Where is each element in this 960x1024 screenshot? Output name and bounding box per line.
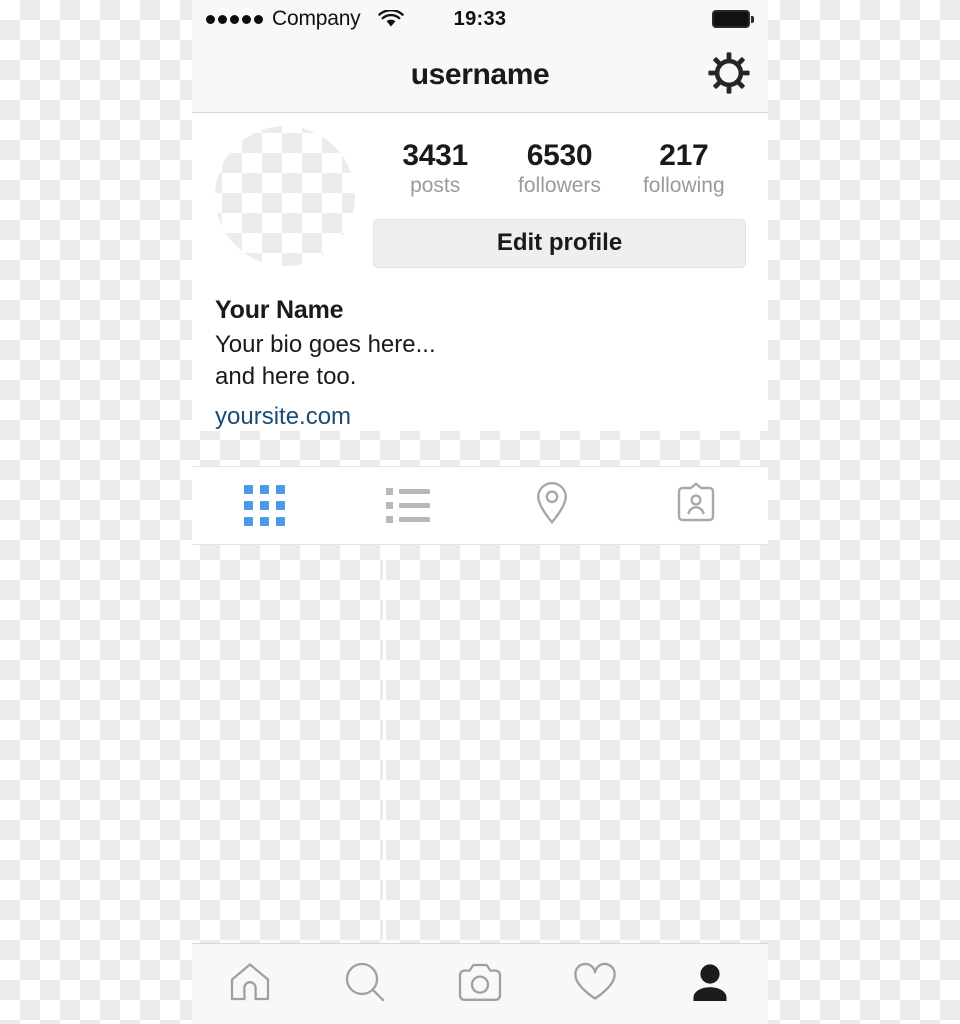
- search-icon: [343, 960, 387, 1009]
- stat-label: following: [642, 173, 725, 197]
- stat-value: 3431: [402, 139, 468, 172]
- tab-photo-map[interactable]: [480, 467, 624, 544]
- tagged-card-icon: [675, 482, 717, 529]
- tab-grid-view[interactable]: [192, 467, 336, 544]
- stat-value: 217: [659, 139, 709, 172]
- stat-following[interactable]: 217 following: [622, 140, 746, 200]
- stat-value: 6530: [526, 139, 593, 172]
- tab-camera[interactable]: [422, 944, 537, 1024]
- avatar[interactable]: [215, 126, 355, 266]
- bottom-tab-bar: [192, 943, 768, 1024]
- heart-icon: [572, 961, 618, 1008]
- page-title: username: [410, 58, 550, 91]
- stat-posts[interactable]: 3431 posts: [373, 140, 497, 200]
- list-icon: [386, 488, 430, 523]
- battery-full-icon: [712, 10, 754, 28]
- clock-label: 19:33: [453, 7, 507, 30]
- gear-icon: [707, 51, 751, 100]
- stat-label: posts: [410, 173, 461, 197]
- profile-stats: 3431 posts 6530 followers 217 following: [373, 126, 746, 200]
- tab-list-view[interactable]: [336, 467, 480, 544]
- stat-label: followers: [518, 173, 601, 197]
- profile-details: 3431 posts 6530 followers 217 following …: [373, 126, 746, 268]
- person-icon: [688, 961, 732, 1008]
- profile-bio: Your Name Your bio goes here... and here…: [192, 268, 768, 431]
- grid-divider: [383, 545, 386, 943]
- settings-button[interactable]: [706, 51, 752, 100]
- tab-activity[interactable]: [538, 944, 653, 1024]
- photo-grid: [192, 545, 768, 943]
- website-link[interactable]: yoursite.com: [215, 403, 351, 431]
- tab-home[interactable]: [192, 944, 307, 1024]
- phone-screen: Company 19:33 username 3431 posts 6530 f…: [192, 0, 768, 1024]
- bio-line-2: and here too.: [215, 362, 357, 390]
- content-tab-bar: [192, 466, 768, 545]
- profile-section: 3431 posts 6530 followers 217 following …: [192, 113, 768, 431]
- camera-icon: [457, 962, 503, 1007]
- tab-search[interactable]: [307, 944, 422, 1024]
- status-bar: Company 19:33: [192, 0, 768, 38]
- profile-display-name: Your Name: [215, 295, 344, 324]
- location-pin-icon: [533, 480, 571, 531]
- bio-line-1: Your bio goes here...: [215, 330, 436, 358]
- stat-followers[interactable]: 6530 followers: [497, 140, 621, 200]
- tab-profile[interactable]: [653, 944, 768, 1024]
- tab-photos-of-you[interactable]: [624, 467, 768, 544]
- edit-profile-button[interactable]: Edit profile: [373, 218, 746, 268]
- grid-icon: [243, 485, 285, 526]
- home-icon: [228, 961, 272, 1008]
- profile-header-row: 3431 posts 6530 followers 217 following …: [192, 113, 768, 268]
- nav-header: username: [192, 38, 768, 113]
